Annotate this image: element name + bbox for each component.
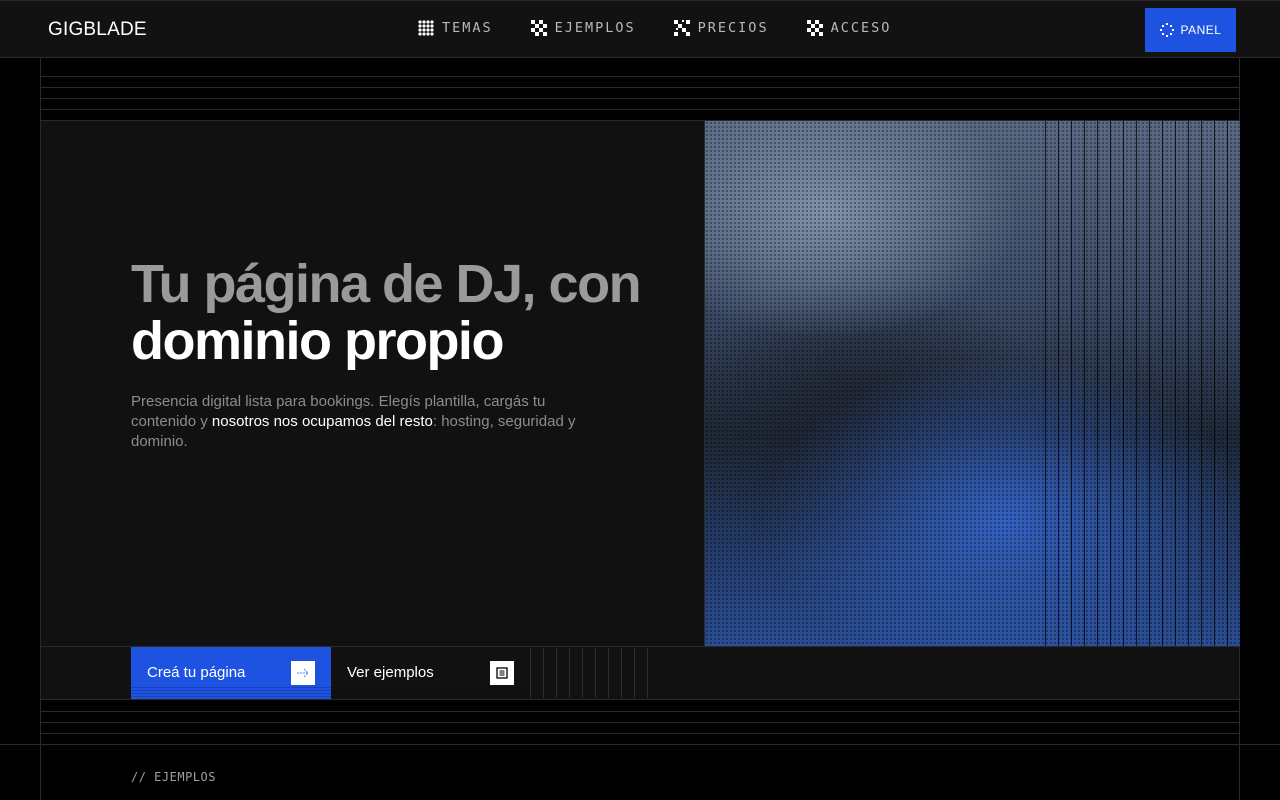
- divider-line: [40, 722, 1240, 723]
- panel-button[interactable]: PANEL: [1145, 8, 1236, 52]
- hero-title: Tu página de DJ, con dominio propio: [131, 256, 691, 370]
- create-page-button[interactable]: Creá tu página: [131, 647, 331, 699]
- nav-label-ejemplos: EJEMPLOS: [554, 20, 636, 36]
- checker-icon: [530, 20, 547, 36]
- hero-subtitle: Presencia digital lista para bookings. E…: [131, 392, 611, 452]
- view-examples-label: Ver ejemplos: [347, 664, 434, 681]
- top-navigation-bar: GIGBLADE TEMAS EJEMPLOS PRECIOS ACCESO P…: [0, 0, 1280, 58]
- checker-icon: [673, 20, 690, 36]
- divider-line: [0, 744, 1280, 745]
- section-label-examples: // EJEMPLOS: [131, 770, 216, 784]
- divider-line: [40, 98, 1240, 99]
- panel-button-label: PANEL: [1180, 23, 1222, 37]
- hero-text-panel: [41, 121, 704, 646]
- hero-title-line2: dominio propio: [131, 311, 504, 371]
- button-shade: [131, 687, 331, 699]
- dotted-circle-icon: [1159, 23, 1174, 37]
- hero-image-stripes: [1045, 121, 1240, 646]
- nav-item-acceso[interactable]: ACCESO: [806, 20, 892, 36]
- divider-line: [40, 109, 1240, 110]
- grid-dots-icon: [418, 20, 434, 36]
- nav-item-ejemplos[interactable]: EJEMPLOS: [530, 20, 636, 36]
- list-box-icon: [490, 661, 514, 685]
- nav-label-acceso: ACCESO: [830, 20, 892, 36]
- hero-subtitle-strong: nosotros nos ocupamos del resto: [211, 413, 433, 430]
- nav-item-precios[interactable]: PRECIOS: [673, 20, 769, 36]
- divider-line: [40, 76, 1240, 77]
- hero-image: [704, 121, 1240, 646]
- button-shade: [331, 687, 530, 699]
- main-nav: TEMAS EJEMPLOS PRECIOS ACCESO: [418, 20, 891, 36]
- brand-logo[interactable]: GIGBLADE: [48, 19, 147, 41]
- divider-line: [40, 733, 1240, 734]
- nav-label-precios: PRECIOS: [697, 20, 769, 36]
- hero-title-line1: Tu página de DJ, con: [131, 254, 642, 314]
- view-examples-button[interactable]: Ver ejemplos: [331, 647, 530, 699]
- nav-label-temas: TEMAS: [442, 20, 493, 36]
- checker-icon: [806, 20, 823, 36]
- create-page-label: Creá tu página: [147, 664, 246, 681]
- divider-line: [40, 711, 1240, 712]
- arrow-right-icon: [291, 661, 315, 685]
- divider-line: [40, 699, 1240, 700]
- divider-line: [40, 87, 1240, 88]
- nav-item-temas[interactable]: TEMAS: [418, 20, 493, 36]
